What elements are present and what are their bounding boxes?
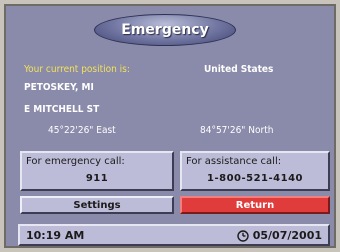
latitude-label: 84°57'26" North bbox=[200, 125, 274, 136]
longitude-label: 45°22'26" East bbox=[48, 125, 116, 136]
emergency-call-card[interactable]: For emergency call: 911 bbox=[20, 151, 174, 191]
page-title: Emergency bbox=[94, 14, 236, 46]
emergency-call-number: 911 bbox=[85, 173, 109, 184]
position-prompt: Your current position is: bbox=[24, 64, 130, 75]
return-button[interactable]: Return bbox=[180, 196, 330, 214]
assistance-call-number: 1-800-521-4140 bbox=[207, 173, 303, 184]
current-date-group: 05/07/2001 bbox=[237, 229, 322, 242]
assistance-call-label: For assistance call: bbox=[186, 156, 282, 167]
emergency-call-label: For emergency call: bbox=[26, 156, 125, 167]
title-label: Emergency bbox=[121, 22, 209, 38]
country-label: United States bbox=[204, 64, 274, 75]
assistance-call-card[interactable]: For assistance call: 1-800-521-4140 bbox=[180, 151, 330, 191]
street-label: E MITCHELL ST bbox=[24, 104, 100, 115]
settings-button[interactable]: Settings bbox=[20, 196, 174, 214]
current-time: 10:19 AM bbox=[26, 229, 85, 242]
clock-icon bbox=[237, 229, 249, 242]
current-date: 05/07/2001 bbox=[252, 229, 322, 242]
city-label: PETOSKEY, MI bbox=[24, 82, 94, 93]
status-bar: 10:19 AM 05/07/2001 bbox=[18, 224, 330, 246]
